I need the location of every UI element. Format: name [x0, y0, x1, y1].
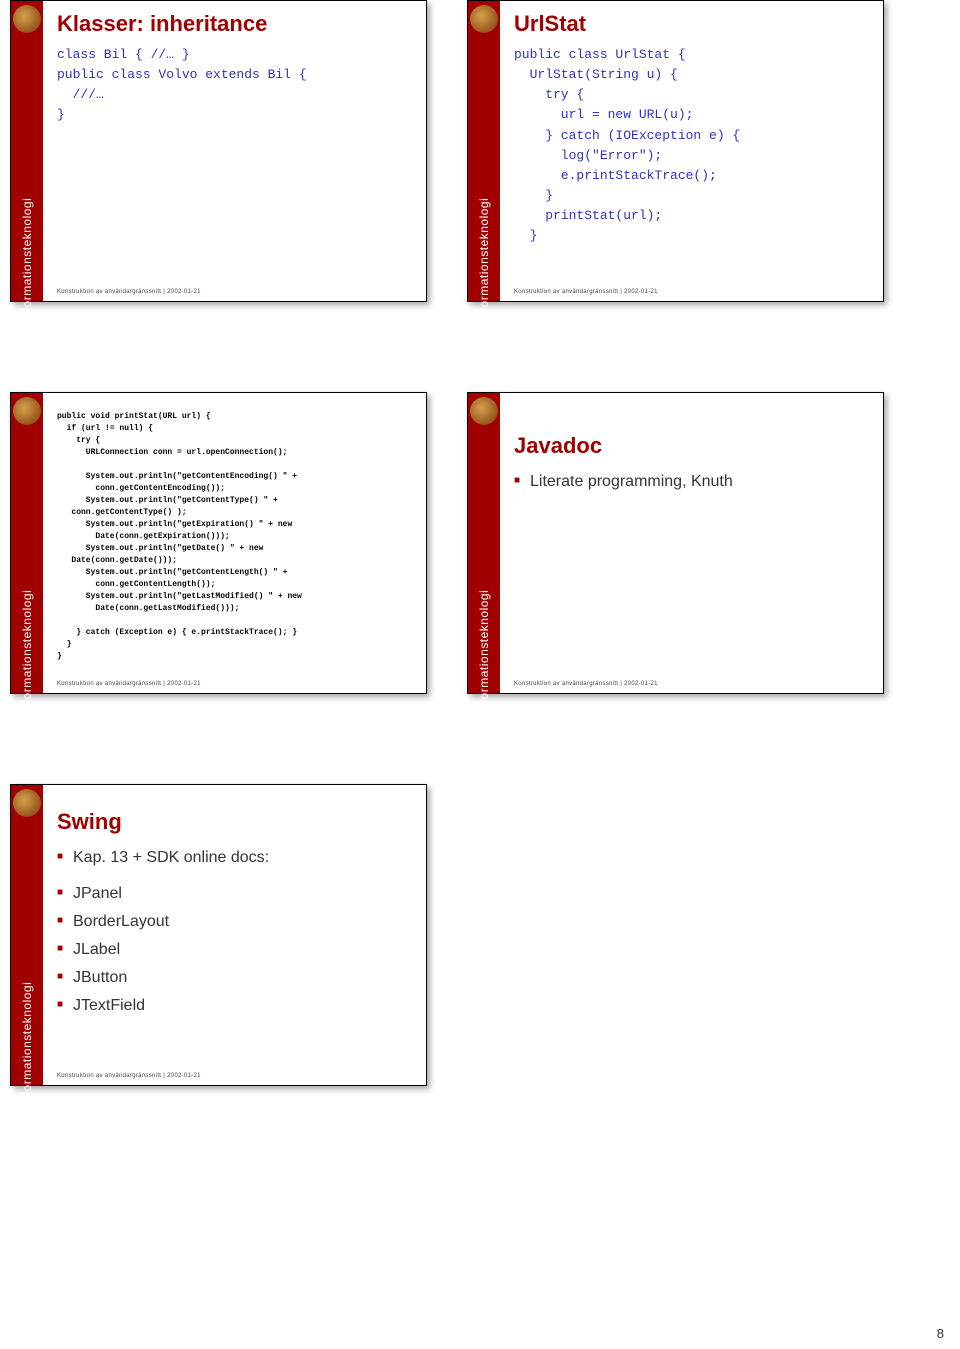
list-item: BorderLayout: [57, 913, 412, 931]
slide-content: Swing Kap. 13 + SDK online docs: JPanel …: [43, 785, 426, 1085]
list-item: JLabel: [57, 941, 412, 959]
sidebar-label: Informationsteknologi: [20, 982, 34, 1107]
slide-content: Klasser: inheritance class Bil { //… } p…: [43, 1, 426, 301]
list-item: Kap. 13 + SDK online docs:: [57, 849, 412, 867]
code-block: public class UrlStat { UrlStat(String u)…: [514, 45, 869, 289]
page-number: 8: [937, 1326, 944, 1341]
slide-title: Klasser: inheritance: [57, 11, 412, 37]
slide-footer: Konstruktion av användargränssnitt | 200…: [57, 289, 412, 295]
slide-sidebar: Informationsteknologi: [11, 393, 43, 693]
list-item: JButton: [57, 969, 412, 987]
sidebar-label: Informationsteknologi: [20, 590, 34, 715]
sidebar-label: Informationsteknologi: [477, 590, 491, 715]
code-block: public void printStat(URL url) { if (url…: [57, 411, 412, 681]
uppsala-logo: [13, 789, 41, 817]
slide-title: UrlStat: [514, 11, 869, 37]
slide-sidebar: Informationsteknologi: [11, 1, 43, 301]
sidebar-label: Informationsteknologi: [477, 198, 491, 323]
code-block: class Bil { //… } public class Volvo ext…: [57, 45, 412, 289]
slide-title: Swing: [57, 809, 412, 835]
slide-content: public void printStat(URL url) { if (url…: [43, 393, 426, 693]
list-item: Literate programming, Knuth: [514, 473, 869, 491]
slide-footer: Konstruktion av användargränssnitt | 200…: [57, 681, 412, 687]
uppsala-logo: [13, 397, 41, 425]
slide-footer: Konstruktion av användargränssnitt | 200…: [514, 289, 869, 295]
uppsala-logo: [13, 5, 41, 33]
list-item: JTextField: [57, 997, 412, 1015]
sidebar-label: Informationsteknologi: [20, 198, 34, 323]
slide-sidebar: Informationsteknologi: [468, 1, 500, 301]
bullet-list: Kap. 13 + SDK online docs: JPanel Border…: [57, 849, 412, 1025]
slide-sidebar: Informationsteknologi: [11, 785, 43, 1085]
slide-2: Informationsteknologi UrlStat public cla…: [467, 0, 884, 302]
slide-1: Informationsteknologi Klasser: inheritan…: [10, 0, 427, 302]
slide-content: UrlStat public class UrlStat { UrlStat(S…: [500, 1, 883, 301]
slide-3: Informationsteknologi public void printS…: [10, 392, 427, 694]
slide-footer: Konstruktion av användargränssnitt | 200…: [57, 1073, 412, 1079]
slide-5: Informationsteknologi Swing Kap. 13 + SD…: [10, 784, 427, 1086]
slide-sidebar: Informationsteknologi: [468, 393, 500, 693]
slide-content: Javadoc Literate programming, Knuth Kons…: [500, 393, 883, 693]
slide-4: Informationsteknologi Javadoc Literate p…: [467, 392, 884, 694]
slide-footer: Konstruktion av användargränssnitt | 200…: [514, 681, 869, 687]
slide-title: Javadoc: [514, 433, 869, 459]
list-item: JPanel: [57, 885, 412, 903]
uppsala-logo: [470, 5, 498, 33]
bullet-list: Literate programming, Knuth: [514, 473, 869, 501]
uppsala-logo: [470, 397, 498, 425]
